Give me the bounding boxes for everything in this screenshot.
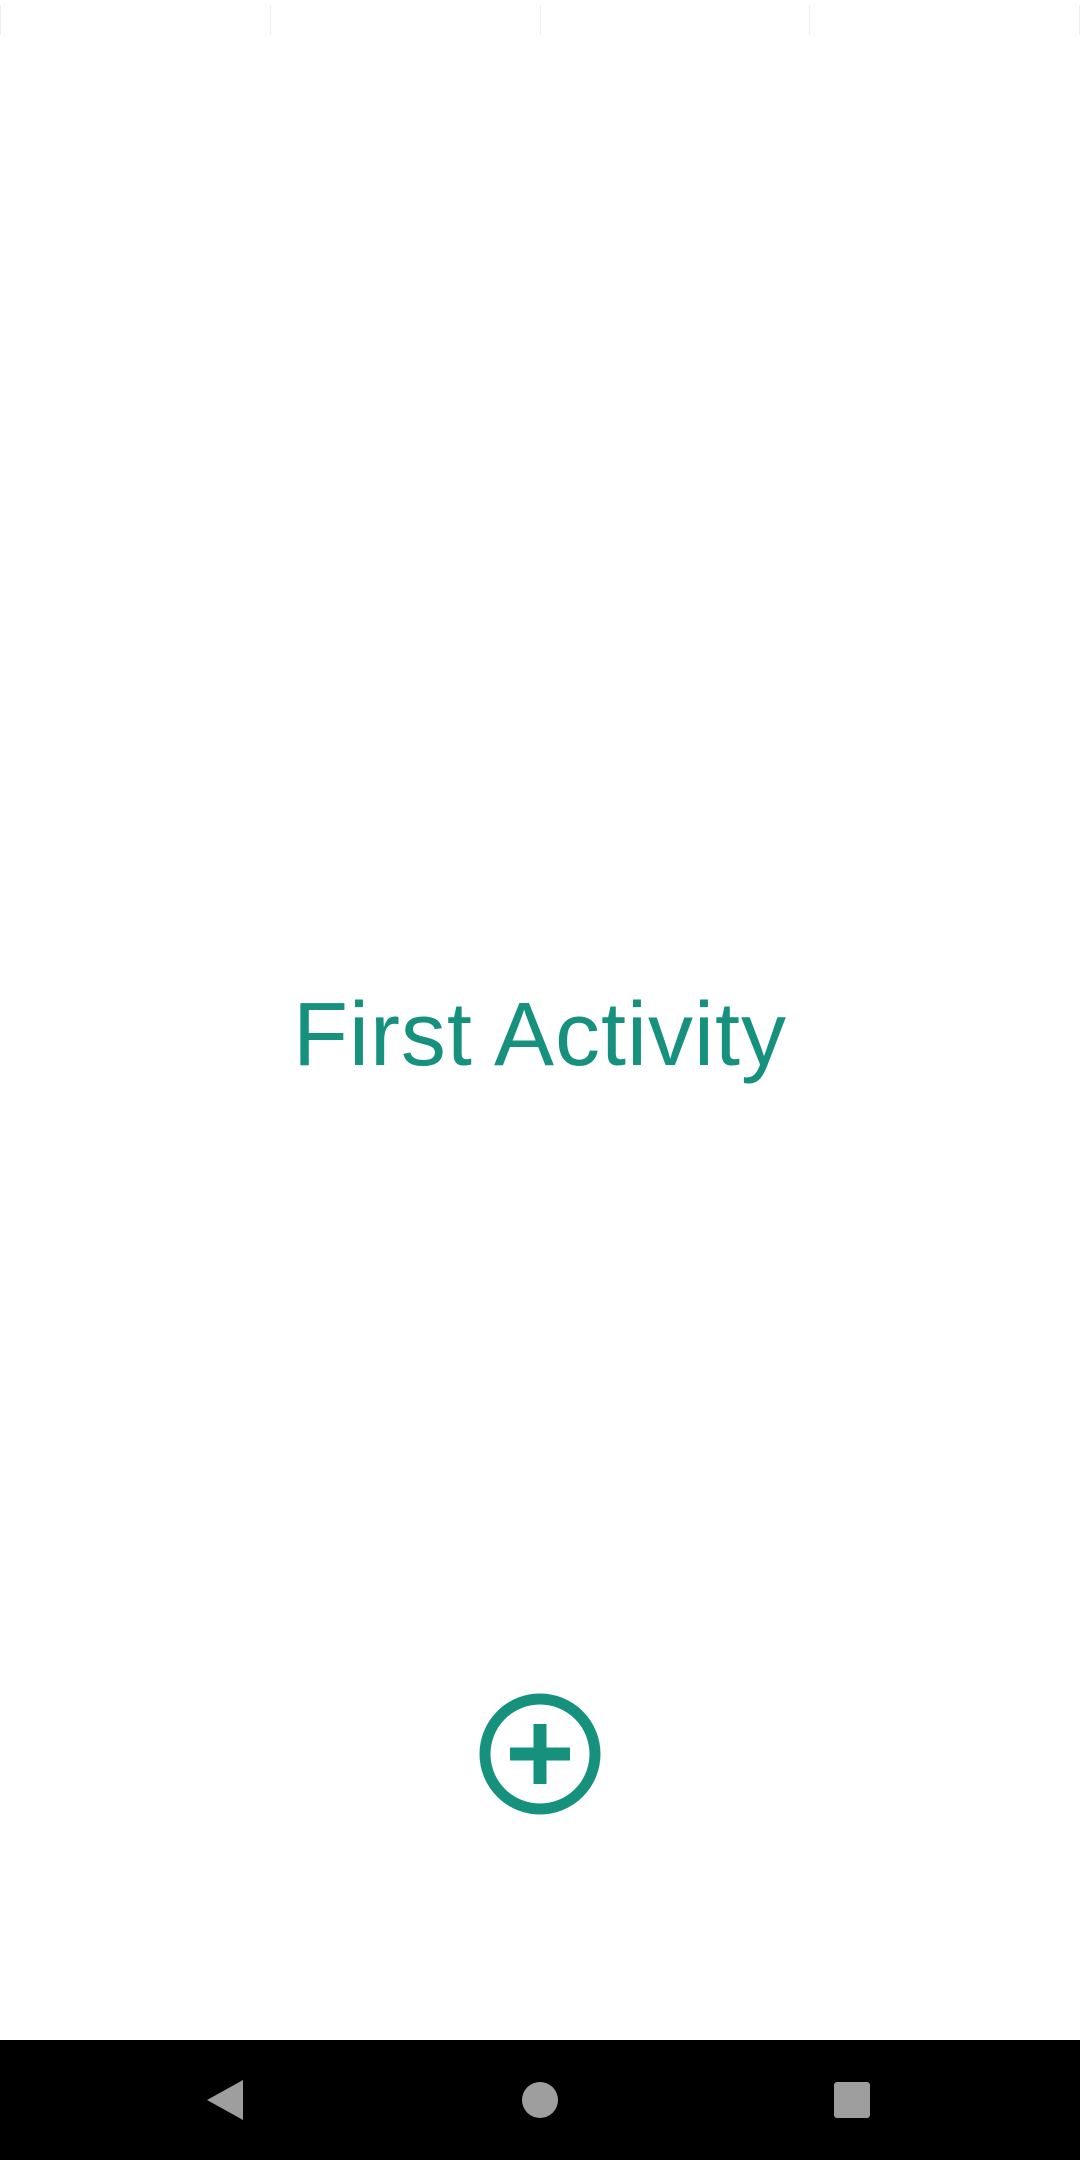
add-button[interactable] <box>477 1691 603 1817</box>
status-divider <box>539 5 541 35</box>
add-circle-outline-icon <box>479 1693 601 1815</box>
app-screen: First Activity <box>0 0 1080 2160</box>
status-divider <box>809 5 811 35</box>
back-button[interactable] <box>165 2040 285 2160</box>
status-divider <box>269 5 271 35</box>
recents-button[interactable] <box>792 2040 912 2160</box>
back-triangle-icon <box>207 2080 243 2120</box>
recents-square-icon <box>834 2082 870 2118</box>
status-divider <box>0 5 1 35</box>
page-title: First Activity <box>292 985 787 1085</box>
home-circle-icon <box>522 2082 558 2118</box>
system-navigation-bar <box>0 2040 1080 2160</box>
activity-content: First Activity <box>0 40 1080 2040</box>
home-button[interactable] <box>480 2040 600 2160</box>
status-bar-dividers <box>0 0 1080 40</box>
status-bar <box>0 0 1080 40</box>
